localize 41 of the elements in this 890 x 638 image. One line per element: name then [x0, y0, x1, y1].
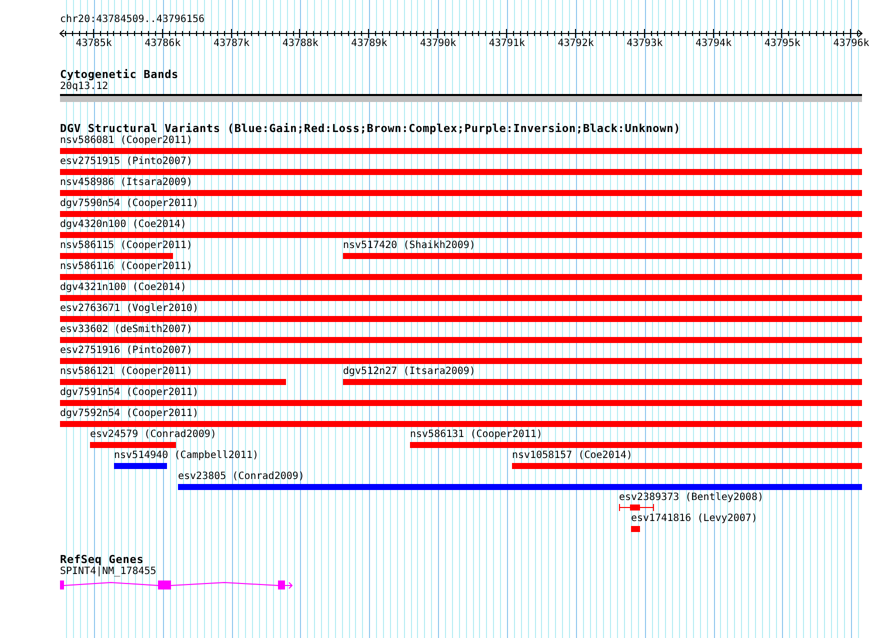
variant-label: esv23805 (Conrad2009)	[178, 471, 304, 483]
track-title: Cytogenetic Bands	[60, 68, 179, 81]
variant-label: nsv1058157 (Coe2014)	[512, 450, 632, 462]
variant-label: dgv512n27 (Itsara2009)	[343, 366, 476, 378]
tick-label: 43790k	[420, 38, 456, 50]
track-title: RefSeq Genes	[60, 553, 144, 566]
tick-label: 43789k	[351, 38, 388, 50]
variant-label: nsv586121 (Cooper2011)	[60, 366, 192, 378]
variant-label: nsv458986 (Itsara2009)	[60, 177, 192, 189]
tick-label: 43786k	[144, 38, 181, 50]
tick-label: 43791k	[488, 38, 526, 50]
tick-label: 43788k	[282, 38, 318, 50]
variant-label: esv1741816 (Levy2007)	[631, 513, 758, 525]
variant-label: nsv586116 (Cooper2011)	[60, 261, 192, 273]
variant-label: esv2389373 (Bentley2008)	[619, 492, 764, 504]
tick-label: 43794k	[695, 38, 732, 50]
variant-label: dgv7591n54 (Cooper2011)	[60, 387, 198, 399]
tick-label: 43787k	[213, 38, 250, 50]
variant-label: dgv4321n100 (Coe2014)	[60, 282, 186, 294]
band-label: 20q13.12	[60, 81, 108, 93]
tick-label: 43796k	[833, 38, 870, 50]
tick-label: 43793k	[626, 38, 663, 50]
variant-label: dgv4320n100 (Coe2014)	[60, 219, 186, 231]
tick-label: 43792k	[558, 38, 594, 50]
region-label: chr20:43784509..43796156	[60, 13, 204, 26]
variant-label: dgv7590n54 (Cooper2011)	[60, 198, 198, 210]
variant-label: esv2763671 (Vogler2010)	[60, 303, 198, 315]
variant-label: esv2751915 (Pinto2007)	[60, 156, 192, 168]
variant-label: esv2751916 (Pinto2007)	[60, 345, 192, 357]
variant-label: esv24579 (Conrad2009)	[90, 429, 216, 441]
variant-label: nsv586081 (Cooper2011)	[60, 135, 192, 147]
track-title: DGV Structural Variants (Blue:Gain;Red:Loss;Brown:Complex;Purple:Inversion;Black:Unknown)	[60, 122, 681, 135]
variant-label: nsv517420 (Shaikh2009)	[343, 240, 476, 252]
variant-label: nsv586115 (Cooper2011)	[60, 240, 192, 252]
variant-label: dgv7592n54 (Cooper2011)	[60, 408, 198, 420]
gene-label: SPINT4|NM_178455	[60, 566, 156, 578]
variant-label: esv33602 (deSmith2007)	[60, 324, 192, 336]
variant-label: nsv514940 (Campbell2011)	[114, 450, 258, 462]
tick-label: 43785k	[76, 38, 112, 50]
variant-label: nsv586131 (Cooper2011)	[410, 429, 542, 441]
tick-label: 43795k	[764, 38, 800, 50]
